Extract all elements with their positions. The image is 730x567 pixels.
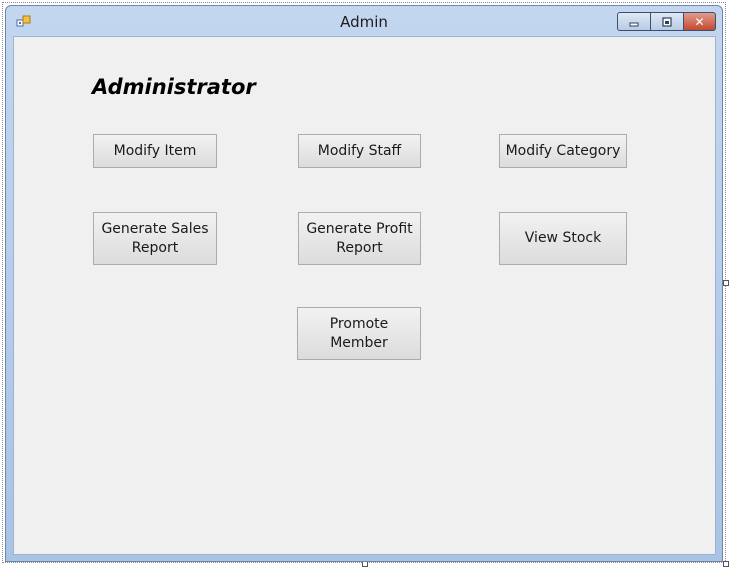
- modify-staff-button[interactable]: Modify Staff: [298, 134, 421, 168]
- resize-handle-right[interactable]: [723, 280, 729, 286]
- minimize-button[interactable]: [617, 12, 650, 31]
- form-client-area: Administrator Modify Item Modify Staff M…: [13, 36, 716, 555]
- close-icon: ✕: [694, 14, 705, 29]
- title-bar[interactable]: Admin ✕: [6, 6, 722, 36]
- window-title: Admin: [340, 13, 388, 31]
- modify-category-button[interactable]: Modify Category: [499, 134, 627, 168]
- page-title: Administrator: [92, 75, 256, 99]
- maximize-icon: [662, 16, 672, 27]
- modify-item-button[interactable]: Modify Item: [93, 134, 217, 168]
- generate-profit-report-button[interactable]: Generate Profit Report: [298, 212, 421, 265]
- generate-sales-report-button[interactable]: Generate Sales Report: [93, 212, 217, 265]
- close-button[interactable]: ✕: [683, 12, 716, 31]
- window-controls: ✕: [617, 12, 716, 31]
- minimize-icon: [629, 22, 639, 26]
- resize-handle-corner[interactable]: [723, 561, 729, 567]
- view-stock-button[interactable]: View Stock: [499, 212, 627, 265]
- admin-window: Admin ✕ Administrator Modify Item Modify…: [5, 5, 723, 562]
- promote-member-button[interactable]: Promote Member: [297, 307, 421, 360]
- maximize-button[interactable]: [650, 12, 683, 31]
